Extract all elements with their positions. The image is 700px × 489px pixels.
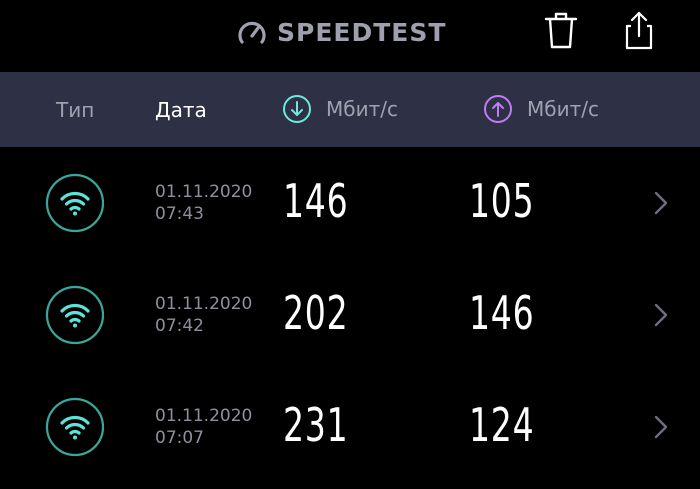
top-bar: SPEEDTEST (0, 0, 700, 72)
result-upload-value: 105 (469, 174, 535, 228)
speedtest-logo: SPEEDTEST (235, 14, 446, 50)
column-header-type[interactable]: Тип (56, 98, 94, 122)
chevron-right-icon (651, 414, 671, 440)
result-time: 07:42 (155, 316, 204, 336)
column-header-upload[interactable]: Мбит/с (483, 93, 599, 125)
share-button[interactable] (618, 8, 660, 52)
result-row[interactable]: 01.11.2020 07:42 202 146 (0, 259, 700, 371)
result-time: 07:07 (155, 428, 204, 448)
trash-icon (544, 12, 578, 49)
speedometer-icon (238, 21, 266, 44)
results-list: 01.11.2020 07:43 146 105 01.11.2020 07:4… (0, 147, 700, 483)
wifi-icon (45, 285, 105, 345)
result-download-value: 231 (283, 398, 349, 452)
result-date: 01.11.2020 (155, 294, 253, 314)
result-row[interactable]: 01.11.2020 07:43 146 105 (0, 147, 700, 259)
arrow-down-circle-icon (283, 95, 311, 123)
column-header-date[interactable]: Дата (155, 98, 207, 122)
wifi-icon (45, 397, 105, 457)
chevron-right-icon (651, 190, 671, 216)
result-upload-value: 124 (469, 398, 535, 452)
result-time: 07:43 (155, 204, 204, 224)
result-date: 01.11.2020 (155, 182, 253, 202)
results-column-header: Тип Дата Мбит/с Мбит/с (0, 72, 700, 147)
logo-text: SPEEDTEST (277, 17, 447, 47)
result-download-value: 146 (283, 174, 349, 228)
download-unit-label: Мбит/с (326, 97, 398, 121)
result-download-value: 202 (283, 286, 349, 340)
wifi-icon (45, 173, 105, 233)
result-row[interactable]: 01.11.2020 07:07 231 124 (0, 371, 700, 483)
chevron-right-icon (651, 302, 671, 328)
column-header-download[interactable]: Мбит/с (282, 93, 398, 125)
result-date: 01.11.2020 (155, 406, 253, 426)
share-icon (625, 11, 653, 50)
upload-unit-label: Мбит/с (527, 97, 599, 121)
result-upload-value: 146 (469, 286, 535, 340)
delete-button[interactable] (540, 8, 582, 52)
arrow-up-circle-icon (484, 95, 512, 123)
